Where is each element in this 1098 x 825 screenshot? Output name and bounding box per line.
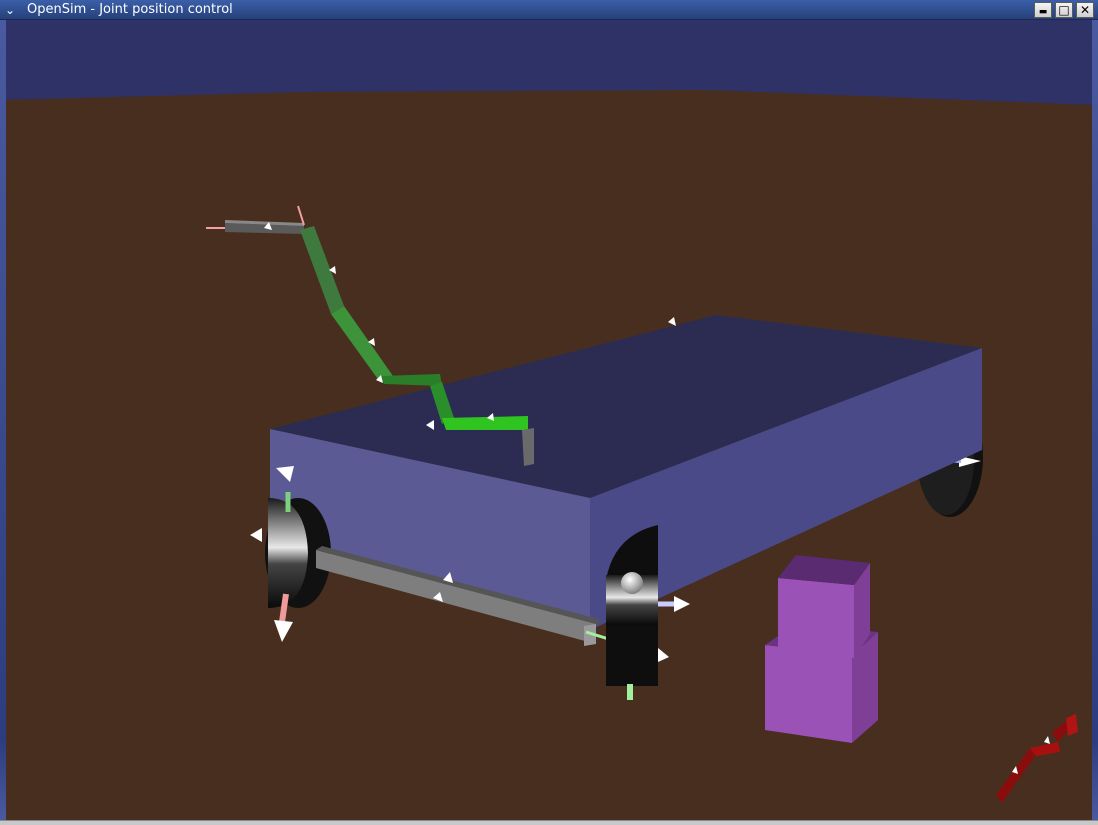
- minimize-icon: ▬: [1038, 7, 1048, 17]
- window-bottom-border: [0, 820, 1098, 825]
- arm-base-post: [522, 428, 534, 466]
- window-title: OpenSim - Joint position control: [27, 2, 233, 17]
- box-upper-front: [778, 578, 854, 658]
- scene-canvas[interactable]: [6, 20, 1092, 820]
- minimize-button[interactable]: ▬: [1034, 2, 1052, 18]
- window-right-border: [1092, 20, 1098, 820]
- box-lower-front: [765, 645, 852, 743]
- arm-link-5: [442, 416, 528, 430]
- maximize-icon: □: [1058, 3, 1070, 17]
- close-button[interactable]: ✕: [1076, 2, 1094, 18]
- stacked-boxes[interactable]: [765, 555, 878, 743]
- chevron-down-icon: ⌄: [4, 3, 16, 17]
- title-bar[interactable]: ⌄ OpenSim - Joint position control ▬ □ ✕: [0, 0, 1098, 20]
- close-icon: ✕: [1079, 3, 1091, 17]
- window-menu-button[interactable]: ⌄: [2, 2, 18, 18]
- simulation-viewport[interactable]: [6, 20, 1092, 820]
- maximize-button[interactable]: □: [1055, 2, 1073, 18]
- app-window: ⌄ OpenSim - Joint position control ▬ □ ✕: [0, 0, 1098, 825]
